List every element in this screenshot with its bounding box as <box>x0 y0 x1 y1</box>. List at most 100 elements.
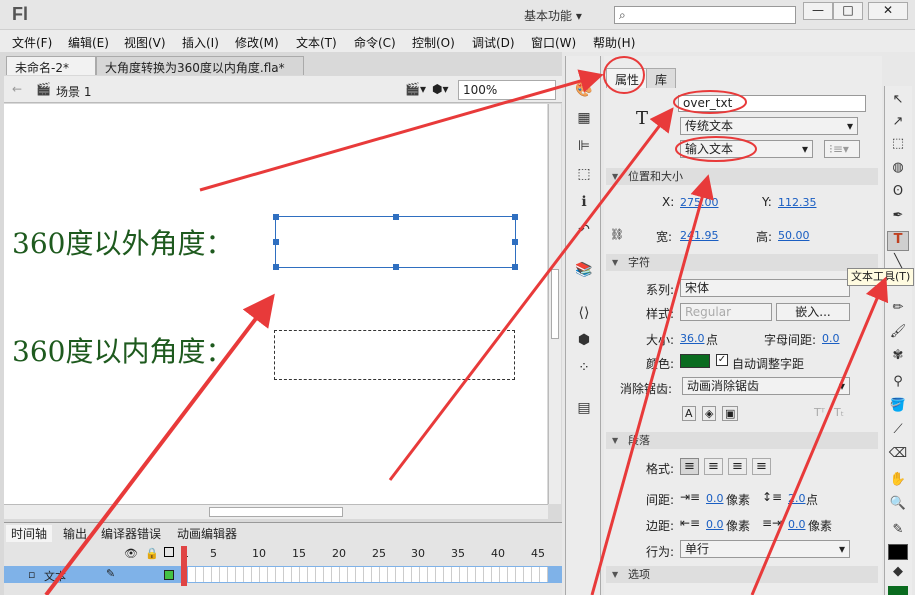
width-value[interactable]: 241.95 <box>680 229 719 242</box>
behavior-select[interactable]: 单行 ▾ <box>680 540 850 558</box>
edit-symbol-icon[interactable]: ⬢▾ <box>432 82 449 96</box>
menu-control[interactable]: 控制(O) <box>412 34 455 51</box>
section-options[interactable]: 选项 <box>606 566 878 583</box>
bone-tool-icon[interactable]: ⚲ <box>887 374 909 394</box>
layer-color-icon[interactable] <box>164 570 174 580</box>
align-center-icon[interactable]: ≡ <box>704 458 723 475</box>
size-value[interactable]: 36.0 <box>680 332 705 345</box>
tab-compiler-errors[interactable]: 编译器错误 <box>96 525 166 542</box>
transform-icon[interactable]: ⬚ <box>574 166 594 184</box>
info-icon[interactable]: ℹ <box>574 194 594 212</box>
embed-button[interactable]: 嵌入... <box>776 303 850 321</box>
text-engine-select[interactable]: 传统文本 ▾ <box>680 117 858 135</box>
orientation-select[interactable]: ⁝≡▾ <box>824 140 860 158</box>
menu-edit[interactable]: 编辑(E) <box>68 34 109 51</box>
input-textbox-selected[interactable] <box>273 214 518 270</box>
eye-icon[interactable]: 👁 <box>124 547 138 560</box>
menu-help[interactable]: 帮助(H) <box>593 34 635 51</box>
pencil-tool-icon[interactable]: ✏ <box>887 300 909 320</box>
paint-bucket-tool-icon[interactable]: 🪣 <box>887 398 909 418</box>
menu-text[interactable]: 文本(T) <box>296 34 337 51</box>
eyedropper-tool-icon[interactable]: ⟋ <box>887 422 909 442</box>
tab-properties[interactable]: 属性 <box>606 68 649 88</box>
subscript-icon[interactable]: Tₜ <box>834 406 844 419</box>
fill-color-icon[interactable]: ◆ <box>887 564 909 584</box>
actions-icon[interactable]: ⟨⟩ <box>574 305 594 323</box>
search-input[interactable]: ⌕ <box>614 6 796 24</box>
indent-value[interactable]: 0.0 <box>706 492 724 505</box>
hand-tool-icon[interactable]: ✋ <box>887 472 909 492</box>
lasso-tool-icon[interactable]: ʘ <box>887 184 909 204</box>
outline-icon[interactable] <box>164 547 174 557</box>
brush-tool-icon[interactable]: 🖌 <box>887 324 909 344</box>
font-family-select[interactable]: 宋体 <box>680 279 850 297</box>
section-character[interactable]: 字符 <box>606 254 878 271</box>
zoom-select[interactable]: 100% <box>458 80 556 100</box>
font-style-select[interactable]: Regular <box>680 303 772 321</box>
tab-library[interactable]: 库 <box>646 68 677 88</box>
zoom-tool-icon[interactable]: 🔍 <box>887 496 909 516</box>
menu-modify[interactable]: 修改(M) <box>235 34 279 51</box>
selection-tool-icon[interactable]: ↖ <box>887 92 909 112</box>
scroll-thumb[interactable] <box>551 269 559 339</box>
scroll-thumb[interactable] <box>209 507 343 517</box>
link-icon[interactable]: ⛓ <box>610 228 624 241</box>
line-spacing-value[interactable]: 2.0 <box>788 492 806 505</box>
height-value[interactable]: 50.00 <box>778 229 810 242</box>
left-margin-value[interactable]: 0.0 <box>706 518 724 531</box>
resize-handle[interactable] <box>273 214 279 220</box>
deco-tool-icon[interactable]: ✾ <box>887 348 909 368</box>
stage[interactable] <box>4 104 547 504</box>
tab-untitled[interactable]: 未命名-2* <box>6 56 96 75</box>
tab-timeline[interactable]: 时间轴 <box>6 525 53 542</box>
text-tool-button-icon[interactable]: T <box>887 231 909 251</box>
free-transform-tool-icon[interactable]: ⬚ <box>887 136 909 156</box>
align-justify-icon[interactable]: ≡ <box>752 458 771 475</box>
section-paragraph[interactable]: 段落 <box>606 432 878 449</box>
lock-icon[interactable]: 🔒 <box>145 547 159 560</box>
align-left-icon[interactable]: ≡ <box>680 458 699 475</box>
stroke-color-icon[interactable]: ✎ <box>887 522 909 542</box>
stroke-color-swatch[interactable] <box>888 544 908 560</box>
eraser-tool-icon[interactable]: ⌫ <box>887 446 909 466</box>
superscript-icon[interactable]: Tᵀ <box>814 406 825 419</box>
color-palette-icon[interactable]: 🎨 <box>574 82 594 100</box>
frame-strip[interactable] <box>188 567 548 582</box>
components-icon[interactable]: ⬢ <box>574 332 594 350</box>
resize-handle[interactable] <box>393 214 399 220</box>
resize-handle[interactable] <box>512 264 518 270</box>
history-icon[interactable]: ↶ <box>574 222 594 240</box>
y-value[interactable]: 112.35 <box>778 196 817 209</box>
stage-horizontal-scrollbar[interactable] <box>4 504 548 519</box>
x-value[interactable]: 275.00 <box>680 196 719 209</box>
instance-name-input[interactable]: over_txt <box>678 95 866 112</box>
letter-spacing-value[interactable]: 0.0 <box>822 332 840 345</box>
menu-window[interactable]: 窗口(W) <box>531 34 576 51</box>
align-right-icon[interactable]: ≡ <box>728 458 747 475</box>
right-margin-value[interactable]: 0.0 <box>788 518 806 531</box>
text-type-select[interactable]: 输入文本 ▾ <box>680 140 813 158</box>
swatches-icon[interactable]: ▦ <box>574 110 594 128</box>
html-render-icon[interactable]: ◈ <box>702 406 717 421</box>
pen-tool-icon[interactable]: ✒ <box>887 208 909 228</box>
back-arrow-icon[interactable]: ← <box>12 82 22 96</box>
tab-output[interactable]: 输出 <box>58 525 92 542</box>
dynamic-textbox[interactable] <box>274 330 515 380</box>
tab-motion-editor[interactable]: 动画编辑器 <box>172 525 242 542</box>
resize-handle[interactable] <box>393 264 399 270</box>
text-color-swatch[interactable] <box>680 354 710 368</box>
resize-handle[interactable] <box>512 214 518 220</box>
close-button[interactable]: ✕ <box>868 2 908 20</box>
selectable-icon[interactable]: A <box>682 406 696 421</box>
menu-view[interactable]: 视图(V) <box>124 34 166 51</box>
autokern-checkbox[interactable]: ✓ <box>716 354 728 366</box>
workspace-switcher[interactable]: 基本功能 ▾ <box>524 7 582 24</box>
tab-angle-file[interactable]: 大角度转换为360度以内角度.fla* <box>96 56 304 75</box>
menu-file[interactable]: 文件(F) <box>12 34 52 51</box>
3d-rotation-tool-icon[interactable]: ◍ <box>887 160 909 180</box>
motion-presets-icon[interactable]: ⁘ <box>574 360 594 378</box>
stage-vertical-scrollbar[interactable] <box>548 104 561 504</box>
layer-name[interactable]: 文本 <box>44 568 66 584</box>
playhead[interactable] <box>181 546 187 586</box>
menu-insert[interactable]: 插入(I) <box>182 34 219 51</box>
